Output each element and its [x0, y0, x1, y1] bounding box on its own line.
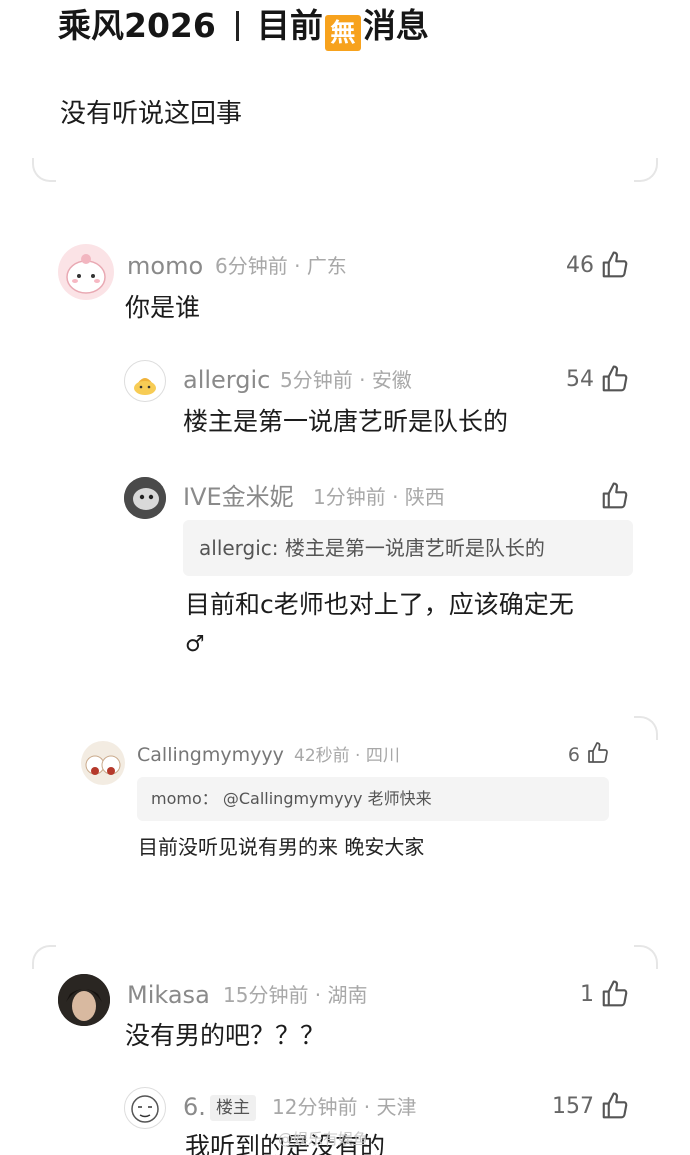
avatar[interactable]: [124, 1087, 166, 1129]
like-count: 46: [566, 253, 594, 278]
reply-meta: 1分钟前 · 陕西: [313, 485, 445, 509]
avatar[interactable]: [124, 477, 166, 519]
reply-username[interactable]: allergic: [183, 365, 270, 395]
reply-time: 1分钟前: [313, 485, 386, 509]
card-corner: [634, 945, 658, 969]
comment-username[interactable]: momo: [127, 251, 203, 281]
thumbs-up-icon[interactable]: [600, 364, 630, 394]
post-title-right: 消息: [362, 6, 429, 45]
reply-text: 楼主是第一说唐艺昕是队长的: [183, 407, 509, 436]
avatar[interactable]: [124, 360, 166, 402]
card-corner: [32, 945, 56, 969]
card-corner: [634, 158, 658, 182]
reply-meta: 5分钟前 · 安徽: [280, 368, 412, 392]
quote-username: momo：: [151, 789, 218, 808]
comment-username[interactable]: Mikasa: [127, 980, 210, 1010]
comment-text: 目前没听见说有男的来 晚安大家: [138, 835, 425, 859]
badge-icon: 無: [324, 15, 361, 51]
reply-time: 12分钟前: [272, 1095, 358, 1119]
owner-tag: 楼主: [210, 1095, 256, 1121]
comment-region: 四川: [365, 746, 400, 766]
comment-time: 42秒前: [294, 746, 350, 766]
reply-region: 安徽: [371, 368, 412, 392]
reply-username[interactable]: 6.: [183, 1092, 206, 1122]
comment-time: 15分钟前: [223, 983, 309, 1007]
reply-meta: 12分钟前 · 天津: [272, 1095, 417, 1119]
avatar[interactable]: [58, 974, 110, 1026]
comment-region: 湖南: [327, 983, 368, 1007]
quoted-reply[interactable]: momo： @Callingmymyyy 老师快来: [137, 777, 609, 821]
like-count: 6: [567, 744, 580, 766]
like-count: 54: [566, 367, 594, 392]
reply-region: 天津: [376, 1095, 417, 1119]
quote-text: @Callingmymyyy 老师快来: [222, 789, 432, 808]
card-corner: [32, 158, 56, 182]
reply-region: 陕西: [404, 485, 445, 509]
comment-meta: 6分钟前 · 广东: [215, 254, 347, 278]
reply-username[interactable]: IVE金米妮: [183, 482, 294, 512]
reply-time: 5分钟前: [280, 368, 353, 392]
comment-meta: 42秒前 · 四川: [294, 746, 400, 766]
quoted-reply[interactable]: allergic: 楼主是第一说唐艺昕是队长的: [183, 520, 633, 576]
thumbs-up-icon[interactable]: [586, 741, 610, 765]
comment-meta: 15分钟前 · 湖南: [223, 983, 368, 1007]
post-title-mid: 目前: [256, 6, 323, 45]
card-corner: [634, 716, 658, 740]
thumbs-up-icon[interactable]: [600, 250, 630, 280]
comment-text: 你是谁: [125, 293, 201, 322]
reply-text-emoji: ♂: [185, 632, 205, 657]
comment-region: 广东: [306, 254, 347, 278]
thumbs-up-icon[interactable]: [600, 979, 630, 1009]
avatar[interactable]: [58, 244, 114, 300]
post-title-left: 乘风2026: [58, 6, 216, 45]
comment-username[interactable]: Callingmymyyy: [137, 742, 284, 768]
title-divider: [235, 11, 239, 41]
avatar[interactable]: [81, 741, 125, 785]
post-title: 乘风2026 目前無消息: [58, 4, 429, 51]
thumbs-up-icon[interactable]: [600, 1091, 630, 1121]
watermark: @娱乐有娱鱼: [278, 1130, 369, 1148]
comment-text: 没有男的吧？？？: [125, 1021, 326, 1050]
like-count: 1: [580, 982, 594, 1007]
comment-time: 6分钟前: [215, 254, 288, 278]
post-body: 没有听说这回事: [60, 99, 243, 129]
like-count: 157: [552, 1094, 594, 1119]
reply-text: 目前和c老师也对上了，应该确定无: [185, 590, 574, 619]
thumbs-up-icon[interactable]: [600, 481, 630, 511]
